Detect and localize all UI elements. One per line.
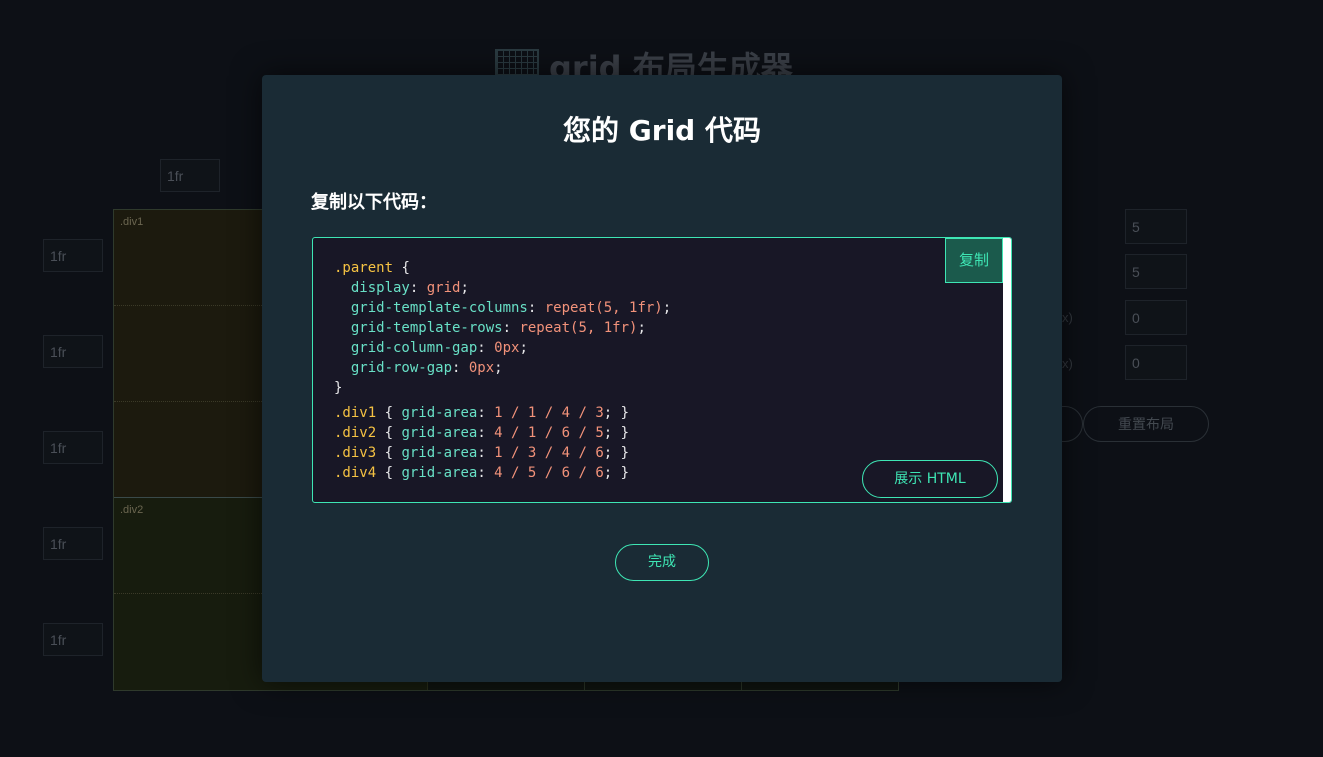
code-value: 4 / 5 / 6 / 6 — [494, 465, 604, 481]
code-property: grid-area — [401, 405, 478, 421]
code-property: grid-area — [401, 445, 478, 461]
code-line: grid-template-columns: repeat(5, 1fr); — [350, 300, 672, 316]
column-size-input[interactable]: 1fr — [160, 159, 220, 192]
code-property: grid-template-columns — [350, 300, 528, 316]
code-property: grid-area — [401, 465, 478, 481]
code-value: grid — [426, 280, 461, 296]
code-scrollbar[interactable] — [1003, 238, 1011, 502]
code-line: .div3 { grid-area: 1 / 3 / 4 / 6; } — [334, 445, 630, 461]
region-label: .div1 — [120, 216, 144, 228]
row-size-input[interactable]: 1fr — [43, 431, 103, 464]
done-button[interactable]: 完成 — [615, 544, 709, 581]
columns-count-input[interactable]: 5 — [1125, 209, 1187, 244]
code-property: grid-column-gap — [350, 340, 478, 356]
code-property: display — [350, 280, 410, 296]
column-gap-label: x) — [1062, 310, 1073, 325]
code-line: grid-template-rows: repeat(5, 1fr); — [350, 320, 646, 336]
row-size-input[interactable]: 1fr — [43, 623, 103, 656]
code-property: grid-template-rows — [350, 320, 503, 336]
code-selector: .div1 — [334, 405, 377, 421]
code-line: grid-row-gap: 0px; — [350, 360, 503, 376]
page: grid 布局生成器 1fr 1fr 1fr 1fr 1fr 1fr .div1… — [0, 0, 1323, 757]
rows-count-input[interactable]: 5 — [1125, 254, 1187, 289]
code-property: grid-area — [401, 425, 478, 441]
row-gap-input[interactable]: 0 — [1125, 345, 1187, 380]
code-selector: .div2 — [334, 425, 377, 441]
code-punct: { — [393, 260, 410, 276]
code-value: 0px — [494, 340, 520, 356]
modal-subtitle: 复制以下代码： — [311, 192, 437, 213]
code-line: grid-column-gap: 0px; — [350, 340, 528, 356]
code-selector: .div3 — [334, 445, 377, 461]
code-punct: } — [334, 380, 343, 396]
code-value: 0px — [468, 360, 495, 376]
code-value: repeat(5, 1fr) — [544, 300, 663, 316]
code-line: display: grid; — [350, 280, 469, 296]
show-html-button[interactable]: 展示 HTML — [862, 460, 998, 498]
code-property: grid-row-gap — [350, 360, 453, 376]
region-label: .div2 — [120, 504, 144, 516]
code-line: .div4 { grid-area: 4 / 5 / 6 / 6; } — [334, 465, 630, 481]
code-selector: .div4 — [334, 465, 377, 481]
row-size-input[interactable]: 1fr — [43, 527, 103, 560]
code-line: .div2 { grid-area: 4 / 1 / 6 / 5; } — [334, 425, 630, 441]
code-value: 1 / 1 / 4 / 3 — [494, 405, 604, 421]
row-gap-label: x) — [1062, 356, 1073, 371]
row-size-input[interactable]: 1fr — [43, 239, 103, 272]
column-gap-input[interactable]: 0 — [1125, 300, 1187, 335]
reset-layout-button[interactable]: 重置布局 — [1083, 406, 1209, 442]
code-value: repeat(5, 1fr) — [519, 320, 638, 336]
code-modal: 您的 Grid 代码 复制以下代码： .parent { display: gr… — [262, 75, 1062, 682]
code-line: .div1 { grid-area: 1 / 1 / 4 / 3; } — [334, 405, 630, 421]
copy-button[interactable]: 复制 — [945, 238, 1003, 283]
code-line: .parent { — [334, 258, 671, 278]
code-value: 4 / 1 / 6 / 5 — [494, 425, 604, 441]
code-block[interactable]: .parent { display: grid; grid-template-c… — [312, 237, 1012, 503]
css-code[interactable]: .parent { display: grid; grid-template-c… — [334, 258, 671, 483]
code-selector: .parent — [334, 260, 394, 276]
modal-title: 您的 Grid 代码 — [563, 114, 761, 147]
row-size-input[interactable]: 1fr — [43, 335, 103, 368]
code-value: 1 / 3 / 4 / 6 — [494, 445, 604, 461]
code-line: } — [334, 378, 671, 398]
